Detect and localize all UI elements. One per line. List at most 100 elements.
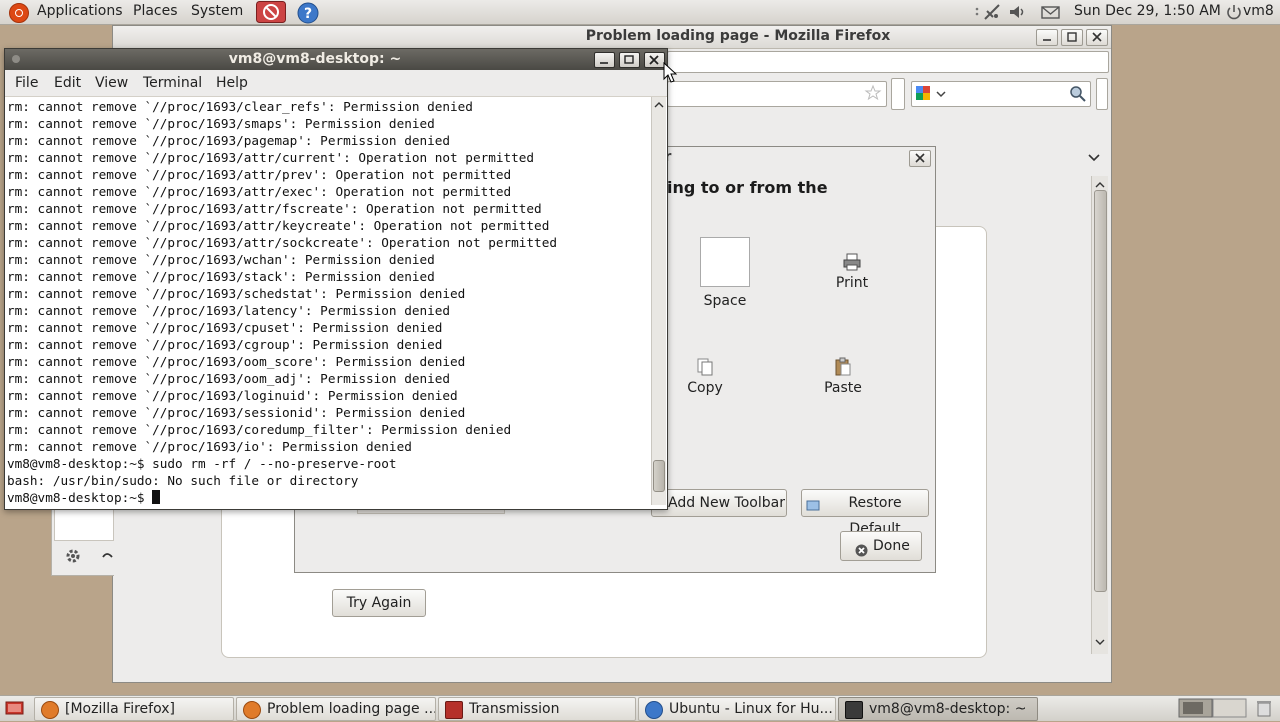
power-icon[interactable]	[1224, 2, 1244, 22]
terminal-titlebar[interactable]: vm8@vm8-desktop: ~	[5, 49, 667, 70]
terminal-menu-view[interactable]: View	[95, 75, 128, 91]
terminal-line: rm: cannot remove `//proc/1693/smaps': P…	[7, 116, 435, 131]
mail-icon[interactable]	[1040, 2, 1062, 22]
try-again-button[interactable]: Try Again	[332, 589, 426, 617]
restore-icon	[806, 495, 820, 521]
add-new-toolbar-button[interactable]: Add New Toolbar	[651, 489, 787, 517]
customize-instructions: ing to or from the	[667, 178, 828, 197]
bottom-panel: [Mozilla Firefox] Problem loading page .…	[0, 695, 1280, 721]
scroll-up-chevron-icon[interactable]	[1094, 178, 1106, 194]
terminal-menu-terminal[interactable]: Terminal	[143, 75, 202, 91]
search-magnifier-icon[interactable]	[1069, 85, 1087, 107]
firefox-icon	[243, 701, 261, 719]
terminal-minimize-button[interactable]	[594, 52, 615, 68]
palette-edge	[935, 227, 943, 527]
terminal-line: rm: cannot remove `//proc/1693/wchan': P…	[7, 252, 435, 267]
taskbar-item-transmission[interactable]: Transmission	[438, 697, 636, 721]
address-bar[interactable]	[667, 51, 1109, 73]
done-label: Done	[873, 538, 910, 554]
terminal-line: rm: cannot remove `//proc/1693/cgroup': …	[7, 337, 443, 352]
show-desktop-icon[interactable]	[5, 700, 25, 720]
customize-close-button[interactable]	[909, 150, 931, 167]
firefox-titlebar[interactable]: Problem loading page - Mozilla Firefox	[113, 26, 1111, 49]
terminal-window: vm8@vm8-desktop: ~ File Edit View Termin…	[4, 48, 668, 510]
terminal-prompt-line[interactable]: vm8@vm8-desktop:~$	[7, 489, 647, 506]
terminal-prompt: vm8@vm8-desktop:~$	[7, 490, 153, 505]
volume-icon[interactable]	[1007, 2, 1027, 22]
taskbar-item-problem-loading[interactable]: Problem loading page ...	[236, 697, 436, 721]
taskbar-item-firefox-hidden[interactable]: [Mozilla Firefox]	[34, 697, 234, 721]
terminal-scrollbar[interactable]	[651, 97, 666, 505]
terminal-line: rm: cannot remove `//proc/1693/stack': P…	[7, 269, 435, 284]
address-field-lower[interactable]	[667, 81, 887, 107]
palette-item-copy-label: Copy	[687, 380, 723, 396]
terminal-menubar: File Edit View Terminal Help	[5, 70, 667, 97]
taskbar-label: Transmission	[469, 701, 560, 717]
taskbar-item-terminal[interactable]: vm8@vm8-desktop: ~	[838, 697, 1038, 721]
terminal-menu-help[interactable]: Help	[216, 75, 248, 91]
top-panel: Applications Places System ? Sun Dec 29,…	[0, 0, 1280, 25]
terminal-line: rm: cannot remove `//proc/1693/cpuset': …	[7, 320, 443, 335]
help-icon[interactable]: ?	[297, 2, 319, 24]
firefox-scrollbar-thumb[interactable]	[1094, 190, 1107, 592]
terminal-line: rm: cannot remove `//proc/1693/loginuid'…	[7, 388, 458, 403]
terminal-line: rm: cannot remove `//proc/1693/attr/sock…	[7, 235, 557, 250]
taskbar-label: Problem loading page ...	[267, 701, 436, 717]
taskbar-label: vm8@vm8-desktop: ~	[869, 701, 1027, 717]
printer-icon	[842, 252, 862, 272]
terminal-line: rm: cannot remove `//proc/1693/oom_score…	[7, 354, 466, 369]
terminal-close-button[interactable]	[644, 52, 665, 68]
google-icon[interactable]	[914, 84, 948, 108]
trash-icon[interactable]	[1254, 698, 1274, 722]
undo-icon[interactable]	[100, 549, 114, 567]
palette-item-print[interactable]: Print	[797, 252, 907, 291]
firefox-close-button[interactable]	[1086, 29, 1108, 46]
svg-text:?: ?	[304, 6, 312, 22]
toolbar-separator	[891, 78, 905, 110]
places-menu[interactable]: Places	[133, 3, 178, 19]
ubuntu-logo-icon[interactable]	[9, 3, 29, 23]
mouse-pointer-icon	[663, 62, 677, 83]
terminal-line: rm: cannot remove `//proc/1693/schedstat…	[7, 286, 466, 301]
terminal-line: rm: cannot remove `//proc/1693/io': Perm…	[7, 439, 412, 454]
tab-list-chevron-down-icon[interactable]	[1087, 152, 1101, 168]
add-new-toolbar-label: Add New Toolbar	[668, 495, 785, 511]
close-icon	[855, 539, 868, 567]
clock[interactable]: Sun Dec 29, 1:50 AM	[1074, 3, 1221, 19]
gear-icon[interactable]	[64, 547, 82, 569]
toolbar-edge	[1096, 78, 1108, 110]
text-cursor	[152, 490, 161, 504]
search-input[interactable]	[911, 81, 1091, 107]
firefox-minimize-button[interactable]	[1036, 29, 1058, 46]
terminal-line: rm: cannot remove `//proc/1693/attr/prev…	[7, 167, 512, 182]
terminal-line: rm: cannot remove `//proc/1693/coredump_…	[7, 422, 512, 437]
user-name[interactable]: vm8	[1243, 3, 1274, 19]
bookmark-star-icon[interactable]	[864, 84, 882, 106]
terminal-line: rm: cannot remove `//proc/1693/sessionid…	[7, 405, 466, 420]
terminal-menu-file[interactable]: File	[15, 75, 38, 91]
terminal-line: rm: cannot remove `//proc/1693/pagemap':…	[7, 133, 451, 148]
stop-icon[interactable]	[256, 1, 286, 23]
scroll-down-chevron-icon[interactable]	[1094, 635, 1106, 651]
palette-item-space[interactable]: Space	[670, 237, 780, 309]
done-button[interactable]: Done	[840, 531, 922, 561]
network-icon[interactable]	[982, 2, 1002, 22]
terminal-menu-edit[interactable]: Edit	[54, 75, 81, 91]
workspace-switcher-icon[interactable]	[1178, 698, 1248, 722]
terminal-maximize-button[interactable]	[619, 52, 640, 68]
terminal-window-title: vm8@vm8-desktop: ~	[228, 51, 402, 67]
restore-default-button[interactable]: Restore Default	[801, 489, 929, 537]
terminal-line: rm: cannot remove `//proc/1693/attr/curr…	[7, 150, 535, 165]
firefox-maximize-button[interactable]	[1061, 29, 1083, 46]
terminal-scroll-up-icon[interactable]	[653, 98, 665, 114]
taskbar-item-ubuntu-help[interactable]: Ubuntu - Linux for Hu...	[638, 697, 836, 721]
terminal-output[interactable]: rm: cannot remove `//proc/1693/clear_ref…	[7, 98, 647, 506]
system-menu[interactable]: System	[191, 3, 243, 19]
firefox-scrollbar[interactable]	[1091, 176, 1108, 654]
applications-menu[interactable]: Applications	[37, 3, 123, 19]
palette-item-paste[interactable]: Paste	[788, 357, 898, 396]
transmission-icon	[445, 701, 463, 719]
copy-icon	[695, 357, 715, 377]
terminal-scrollbar-thumb[interactable]	[653, 460, 665, 492]
space-placeholder	[700, 237, 750, 287]
